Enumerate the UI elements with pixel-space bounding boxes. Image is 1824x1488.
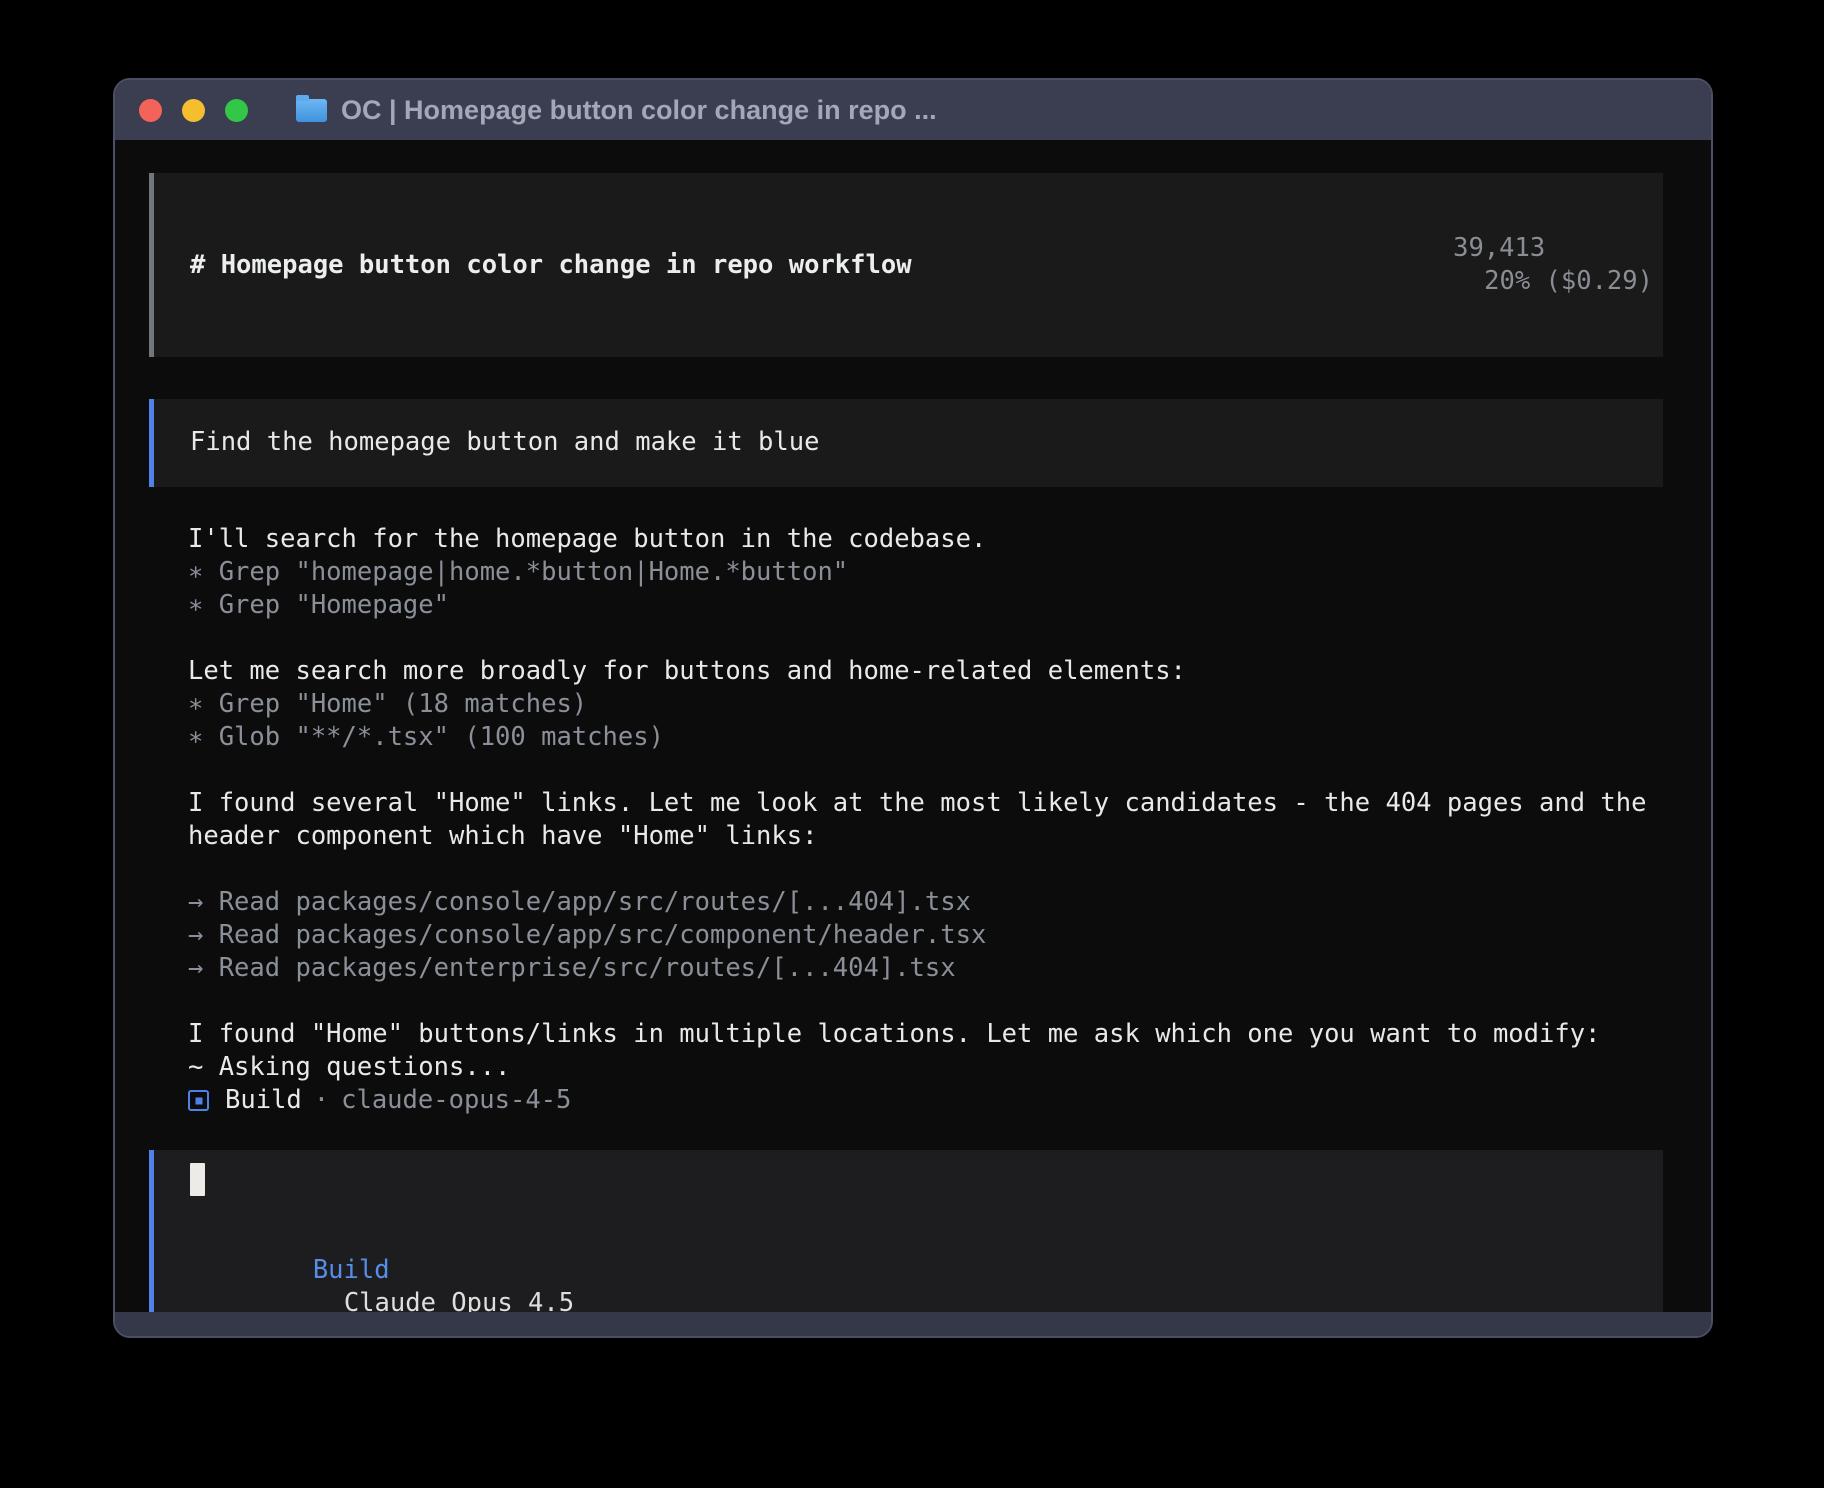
window-footer-strip xyxy=(115,1312,1711,1336)
session-title: # Homepage button color change in repo w… xyxy=(190,249,912,282)
user-message-text: Find the homepage button and make it blu… xyxy=(190,427,819,457)
tool-call-read: → Read packages/enterprise/src/routes/[.… xyxy=(188,952,1663,985)
status-asking-questions: ~ Asking questions... xyxy=(188,1051,1663,1084)
tool-call-grep: ∗ Grep "Home" (18 matches) xyxy=(188,688,1663,721)
active-model-label: Claude Opus 4.5 xyxy=(344,1288,574,1312)
tool-call-grep: ∗ Grep "homepage|home.*button|Home.*butt… xyxy=(188,556,1663,589)
window-title: OC | Homepage button color change in rep… xyxy=(341,95,937,126)
model-status-line: Build Claude Opus 4.5 OpenCode Zen xyxy=(190,1221,1653,1312)
tool-call-glob: ∗ Glob "**/*.tsx" (100 matches) xyxy=(188,721,1663,754)
minimize-button[interactable] xyxy=(182,99,205,122)
tool-call-group: ∗ Grep "Home" (18 matches) ∗ Glob "**/*.… xyxy=(188,688,1663,754)
text-cursor xyxy=(190,1163,205,1196)
close-button[interactable] xyxy=(139,99,162,122)
tool-call-group: → Read packages/console/app/src/routes/[… xyxy=(188,886,1663,985)
user-message: Find the homepage button and make it blu… xyxy=(149,399,1663,487)
tool-call-grep: ∗ Grep "Homepage" xyxy=(188,589,1663,622)
assistant-paragraph: I found several "Home" links. Let me loo… xyxy=(188,787,1663,853)
terminal-window: OC | Homepage button color change in rep… xyxy=(113,78,1713,1338)
conversation: I'll search for the homepage button in t… xyxy=(149,523,1663,1117)
zoom-button[interactable] xyxy=(225,99,248,122)
agent-name: Build xyxy=(225,1084,302,1117)
assistant-text: I found several "Home" links. Let me loo… xyxy=(188,787,1663,820)
agent-status-line: Build · claude-opus-4-5 xyxy=(188,1084,1663,1117)
agent-model: claude-opus-4-5 xyxy=(341,1084,571,1117)
prompt-input[interactable]: Build Claude Opus 4.5 OpenCode Zen xyxy=(149,1150,1663,1312)
context-cost: 20% ($0.29) xyxy=(1484,266,1653,296)
terminal-content: # Homepage button color change in repo w… xyxy=(115,140,1711,1312)
assistant-text: I'll search for the homepage button in t… xyxy=(188,523,1663,556)
build-agent-icon xyxy=(188,1090,209,1111)
assistant-text: I found "Home" buttons/links in multiple… xyxy=(188,1018,1663,1051)
tool-call-group: ∗ Grep "homepage|home.*button|Home.*butt… xyxy=(188,556,1663,622)
tool-call-read: → Read packages/console/app/src/routes/[… xyxy=(188,886,1663,919)
assistant-text: Let me search more broadly for buttons a… xyxy=(188,655,1663,688)
token-count: 39,413 xyxy=(1453,233,1545,263)
active-agent-label: Build xyxy=(313,1255,390,1285)
session-header: # Homepage button color change in repo w… xyxy=(149,173,1663,357)
tool-call-read: → Read packages/console/app/src/componen… xyxy=(188,919,1663,952)
separator-dot: · xyxy=(314,1084,329,1117)
session-stats: 39,413 20% ($0.29) xyxy=(1330,199,1653,331)
assistant-text: header component which have "Home" links… xyxy=(188,820,1663,853)
folder-icon xyxy=(296,99,327,122)
window-titlebar: OC | Homepage button color change in rep… xyxy=(115,80,1711,140)
